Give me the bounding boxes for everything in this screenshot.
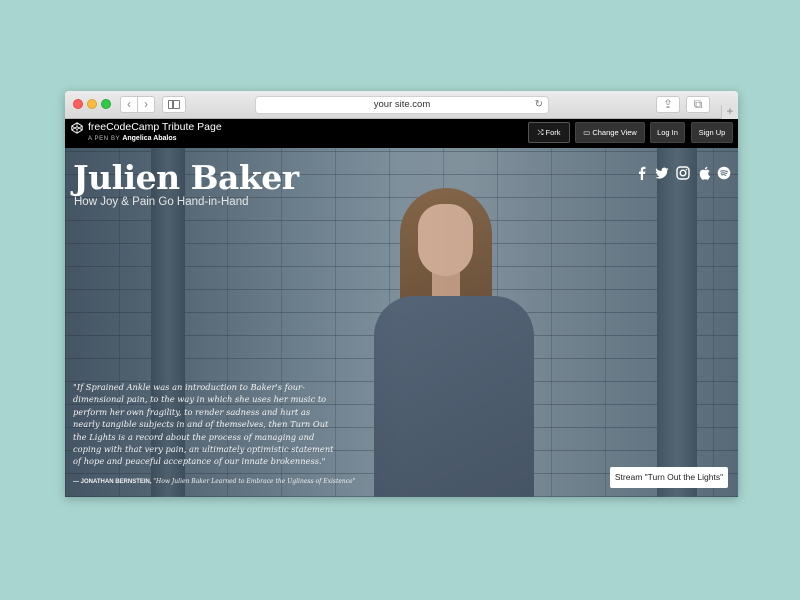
author-link[interactable]: Angelica Abalos [122,135,176,142]
forward-button[interactable]: › [137,96,155,113]
apple-icon[interactable] [697,166,711,180]
tabs-overview-button[interactable]: ⧉ [686,96,710,113]
attribution-source-link[interactable]: "How Julien Baker Learned to Embrace the… [153,478,355,485]
share-button[interactable]: ⇪ [656,96,680,113]
browser-window: ‹ › your site.com ↻ ⇪ ⧉ + freeCodeCamp T… [65,91,738,497]
new-tab-button[interactable]: + [721,105,738,119]
close-window-button[interactable] [73,99,83,109]
url-text: your site.com [373,99,431,110]
pen-title: freeCodeCamp Tribute Page [88,121,222,133]
reload-icon[interactable]: ↻ [535,97,543,113]
signup-button[interactable]: Sign Up [691,122,733,143]
page-subtitle: How Joy & Pain Go Hand-in-Hand [74,196,249,208]
pen-byline: A PEN BY Angelica Abalos [88,135,177,142]
back-button[interactable]: ‹ [120,96,138,113]
codepen-header: freeCodeCamp Tribute Page A PEN BY Angel… [65,119,738,148]
maximize-window-button[interactable] [101,99,111,109]
sidebar-icon [168,100,180,109]
facebook-icon[interactable] [635,166,649,180]
sidebar-toggle-button[interactable] [162,96,186,113]
minimize-window-button[interactable] [87,99,97,109]
browser-toolbar: ‹ › your site.com ↻ ⇪ ⧉ + [65,91,738,119]
review-quote: "If Sprained Ankle was an introduction t… [73,382,334,467]
hero-section: Julien Baker How Joy & Pain Go Hand-in-H… [65,148,738,497]
fork-button[interactable]: ⤭ Fork [528,122,570,143]
codepen-logo-icon[interactable] [71,122,83,134]
stream-album-button[interactable]: Stream "Turn Out the Lights" [610,467,728,488]
quote-attribution: — JONATHAN BERNSTEIN, "How Julien Baker … [73,478,355,485]
page-title: Julien Baker [73,158,299,197]
byline-prefix: A PEN BY [88,136,121,142]
attribution-author: — JONATHAN BERNSTEIN, [73,479,152,485]
instagram-icon[interactable] [676,166,690,180]
spotify-icon[interactable] [717,166,731,180]
login-button[interactable]: Log In [650,122,685,143]
change-view-button[interactable]: ▭ Change View [575,122,645,143]
twitter-icon[interactable] [655,166,669,180]
address-bar[interactable]: your site.com ↻ [255,96,549,114]
